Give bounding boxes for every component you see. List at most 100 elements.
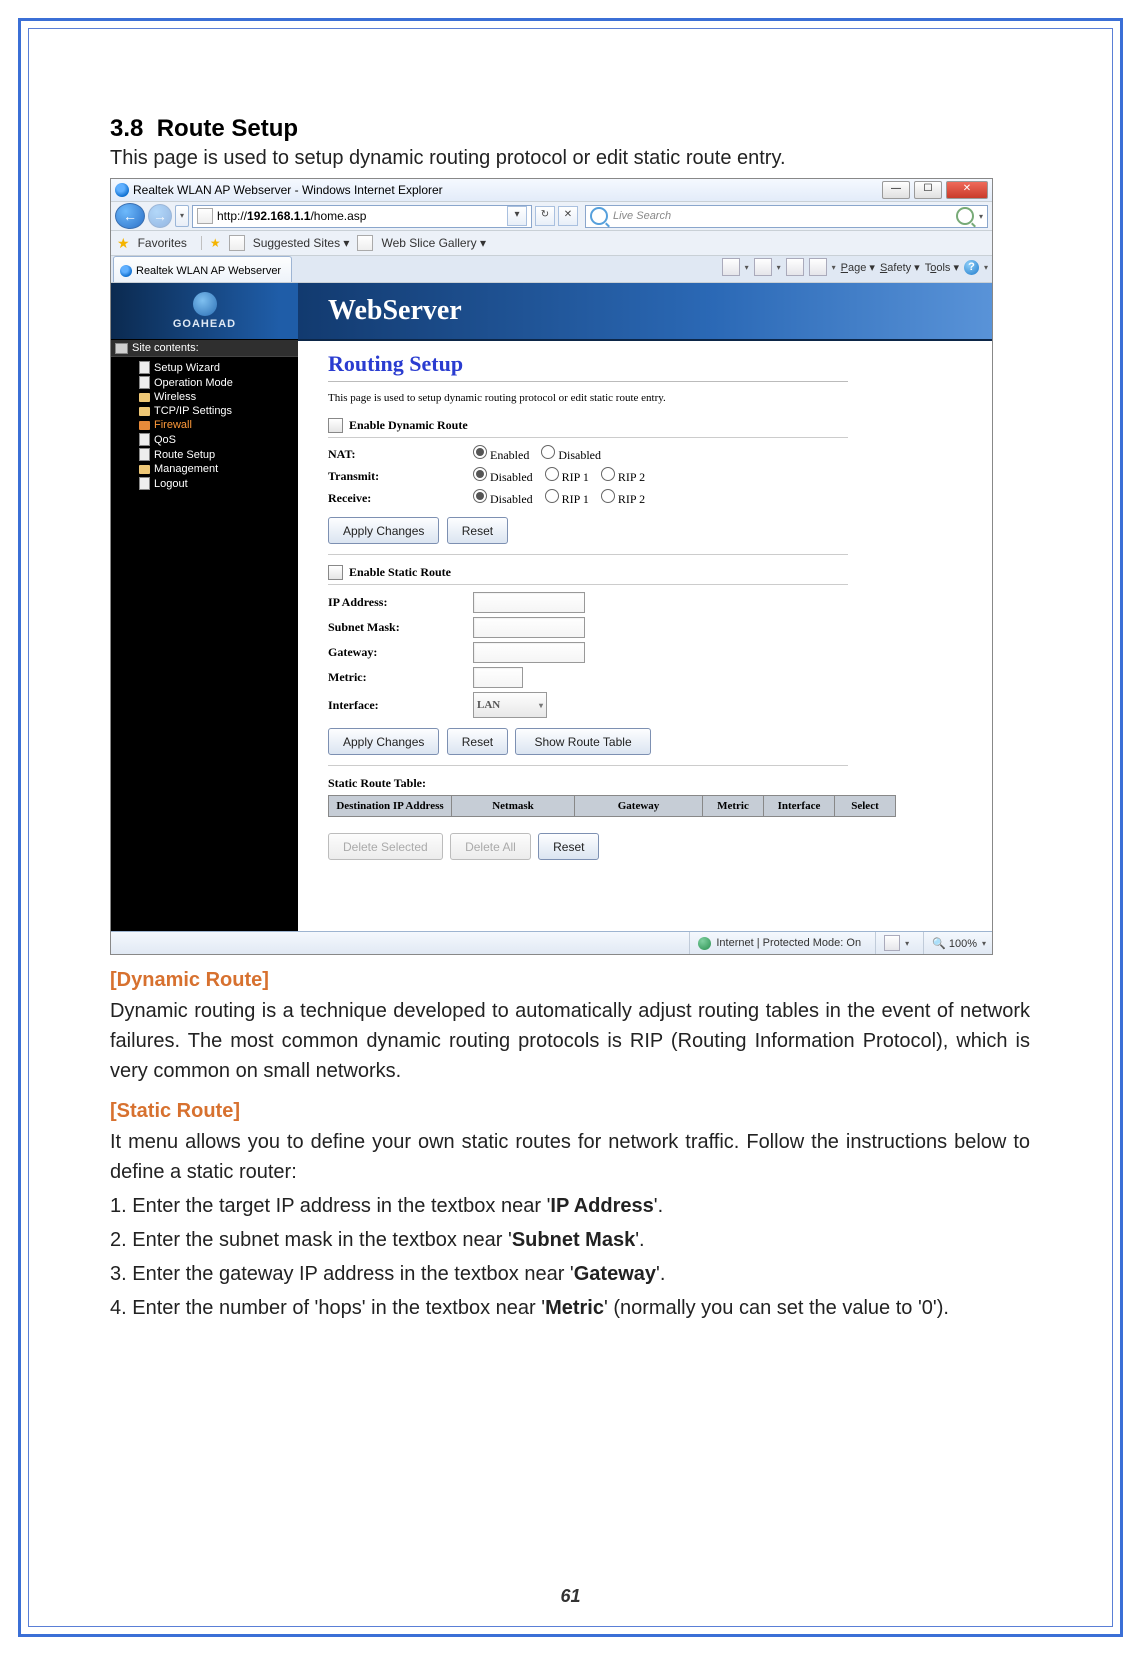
- gw-label: Gateway:: [328, 645, 473, 660]
- receive-rip2-radio[interactable]: RIP 2: [601, 489, 645, 507]
- nav-wireless[interactable]: Wireless: [123, 390, 298, 404]
- file-icon: [139, 477, 150, 490]
- metric-input[interactable]: [473, 667, 523, 688]
- file-icon: [139, 376, 150, 389]
- delete-all-button[interactable]: Delete All: [450, 833, 531, 860]
- ip-address-input[interactable]: [473, 592, 585, 613]
- mail-icon[interactable]: [786, 258, 804, 276]
- ie-icon: [115, 183, 129, 197]
- th-select: Select: [835, 796, 896, 817]
- folder-icon: [139, 407, 150, 416]
- dynamic-route-heading: [Dynamic Route]: [110, 969, 1030, 992]
- enable-dynamic-checkbox[interactable]: [328, 418, 343, 433]
- status-text: Internet | Protected Mode: On: [716, 937, 861, 949]
- delete-selected-button[interactable]: Delete Selected: [328, 833, 443, 860]
- apply-changes-button-1[interactable]: Apply Changes: [328, 517, 439, 544]
- page-icon: [357, 235, 373, 251]
- reset-button-3[interactable]: Reset: [538, 833, 599, 860]
- show-route-table-button[interactable]: Show Route Table: [515, 728, 650, 755]
- mask-label: Subnet Mask:: [328, 620, 473, 635]
- panel-title: Routing Setup: [328, 351, 848, 382]
- iface-label: Interface:: [328, 698, 473, 713]
- routing-panel: Routing Setup This page is used to setup…: [298, 341, 992, 931]
- th-interface: Interface: [764, 796, 835, 817]
- page-menu[interactable]: PPageage ▾: [841, 261, 875, 274]
- nat-enabled-radio[interactable]: Enabled: [473, 445, 529, 463]
- search-go-icon[interactable]: [956, 207, 974, 225]
- close-button[interactable]: ✕: [946, 181, 988, 199]
- section-title: Route Setup: [157, 115, 298, 142]
- print-icon[interactable]: [809, 258, 827, 276]
- feeds-icon[interactable]: [754, 258, 772, 276]
- subnet-mask-input[interactable]: [473, 617, 585, 638]
- step-1: 1. Enter the target IP address in the te…: [110, 1191, 1030, 1221]
- search-provider-icon: [590, 207, 608, 225]
- file-icon: [139, 433, 150, 446]
- nav-logout[interactable]: Logout: [123, 476, 298, 491]
- favorites-label[interactable]: Favorites: [138, 236, 187, 250]
- transmit-rip1-radio[interactable]: RIP 1: [545, 467, 589, 485]
- transmit-disabled-radio[interactable]: Disabled: [473, 467, 533, 485]
- enable-static-head: Enable Static Route: [328, 565, 848, 585]
- interface-select[interactable]: LAN▾: [473, 692, 547, 718]
- tab-title: Realtek WLAN AP Webserver: [136, 265, 281, 277]
- step-2: 2. Enter the subnet mask in the textbox …: [110, 1225, 1030, 1255]
- intro-text: This page is used to setup dynamic routi…: [110, 147, 1030, 170]
- enable-static-checkbox[interactable]: [328, 565, 343, 580]
- nav-management[interactable]: Management: [123, 462, 298, 476]
- folder-icon: [139, 393, 150, 402]
- metric-label: Metric:: [328, 670, 473, 685]
- minimize-button[interactable]: —: [882, 181, 910, 199]
- receive-label: Receive:: [328, 491, 473, 506]
- safety-menu[interactable]: Safety ▾: [880, 261, 920, 274]
- gateway-input[interactable]: [473, 642, 585, 663]
- nav-operation-mode[interactable]: Operation Mode: [123, 375, 298, 390]
- home-icon[interactable]: [722, 258, 740, 276]
- nav-firewall[interactable]: Firewall: [123, 418, 298, 432]
- favorites-star-icon[interactable]: ★: [117, 235, 130, 252]
- suggested-sites-link[interactable]: Suggested Sites ▾: [253, 236, 350, 250]
- search-box[interactable]: Live Search ▾: [585, 205, 988, 228]
- history-dropdown[interactable]: ▾: [175, 205, 189, 227]
- folder-icon: [139, 421, 150, 430]
- favorites-bar: ★ Favorites ★ Suggested Sites ▾ Web Slic…: [111, 231, 992, 256]
- receive-disabled-radio[interactable]: Disabled: [473, 489, 533, 507]
- browser-tab[interactable]: Realtek WLAN AP Webserver: [113, 256, 292, 282]
- nav-qos[interactable]: QoS: [123, 432, 298, 447]
- nav-tree: Setup Wizard Operation Mode Wireless TCP…: [111, 357, 298, 491]
- tools-menu[interactable]: Tools ▾: [925, 261, 959, 274]
- nat-disabled-radio[interactable]: Disabled: [541, 445, 601, 463]
- route-table-label: Static Route Table:: [328, 776, 978, 791]
- command-bar: ▾ ▾ ▾ PPageage ▾ Safety ▾ Tools ▾ ?▾: [722, 258, 988, 276]
- search-dropdown[interactable]: ▾: [979, 212, 983, 221]
- back-button[interactable]: ←: [115, 203, 145, 229]
- addr-dropdown[interactable]: ▾: [507, 206, 527, 226]
- receive-rip1-radio[interactable]: RIP 1: [545, 489, 589, 507]
- window-title: Realtek WLAN AP Webserver - Windows Inte…: [133, 183, 443, 197]
- zoom-level[interactable]: 🔍 100%: [932, 937, 977, 950]
- main-area: WebServer Routing Setup This page is use…: [298, 283, 992, 931]
- logo-area: GOAHEAD: [111, 283, 298, 339]
- zoom-dropdown[interactable]: ▾: [982, 939, 986, 948]
- maximize-button[interactable]: ☐: [914, 181, 942, 199]
- nav-setup-wizard[interactable]: Setup Wizard: [123, 360, 298, 375]
- nav-route-setup[interactable]: Route Setup: [123, 447, 298, 462]
- page-number: 61: [560, 1586, 580, 1607]
- step-3: 3. Enter the gateway IP address in the t…: [110, 1259, 1030, 1289]
- panel-description: This page is used to setup dynamic routi…: [328, 392, 978, 404]
- transmit-rip2-radio[interactable]: RIP 2: [601, 467, 645, 485]
- reset-button-1[interactable]: Reset: [447, 517, 508, 544]
- stop-button[interactable]: ✕: [558, 206, 578, 226]
- page-icon: [229, 235, 245, 251]
- help-icon[interactable]: ?: [964, 260, 979, 275]
- forward-button[interactable]: →: [148, 204, 172, 228]
- apply-changes-button-2[interactable]: Apply Changes: [328, 728, 439, 755]
- web-slice-link[interactable]: Web Slice Gallery ▾: [381, 236, 486, 250]
- refresh-button[interactable]: ↻: [535, 206, 555, 226]
- nav-tcpip[interactable]: TCP/IP Settings: [123, 404, 298, 418]
- static-route-table: Destination IP Address Netmask Gateway M…: [328, 795, 896, 817]
- address-bar[interactable]: http://192.168.1.1/home.asp ▾: [192, 205, 532, 228]
- reset-button-2[interactable]: Reset: [447, 728, 508, 755]
- favorites-small-star-icon[interactable]: ★: [210, 236, 221, 250]
- status-icon[interactable]: [884, 935, 900, 951]
